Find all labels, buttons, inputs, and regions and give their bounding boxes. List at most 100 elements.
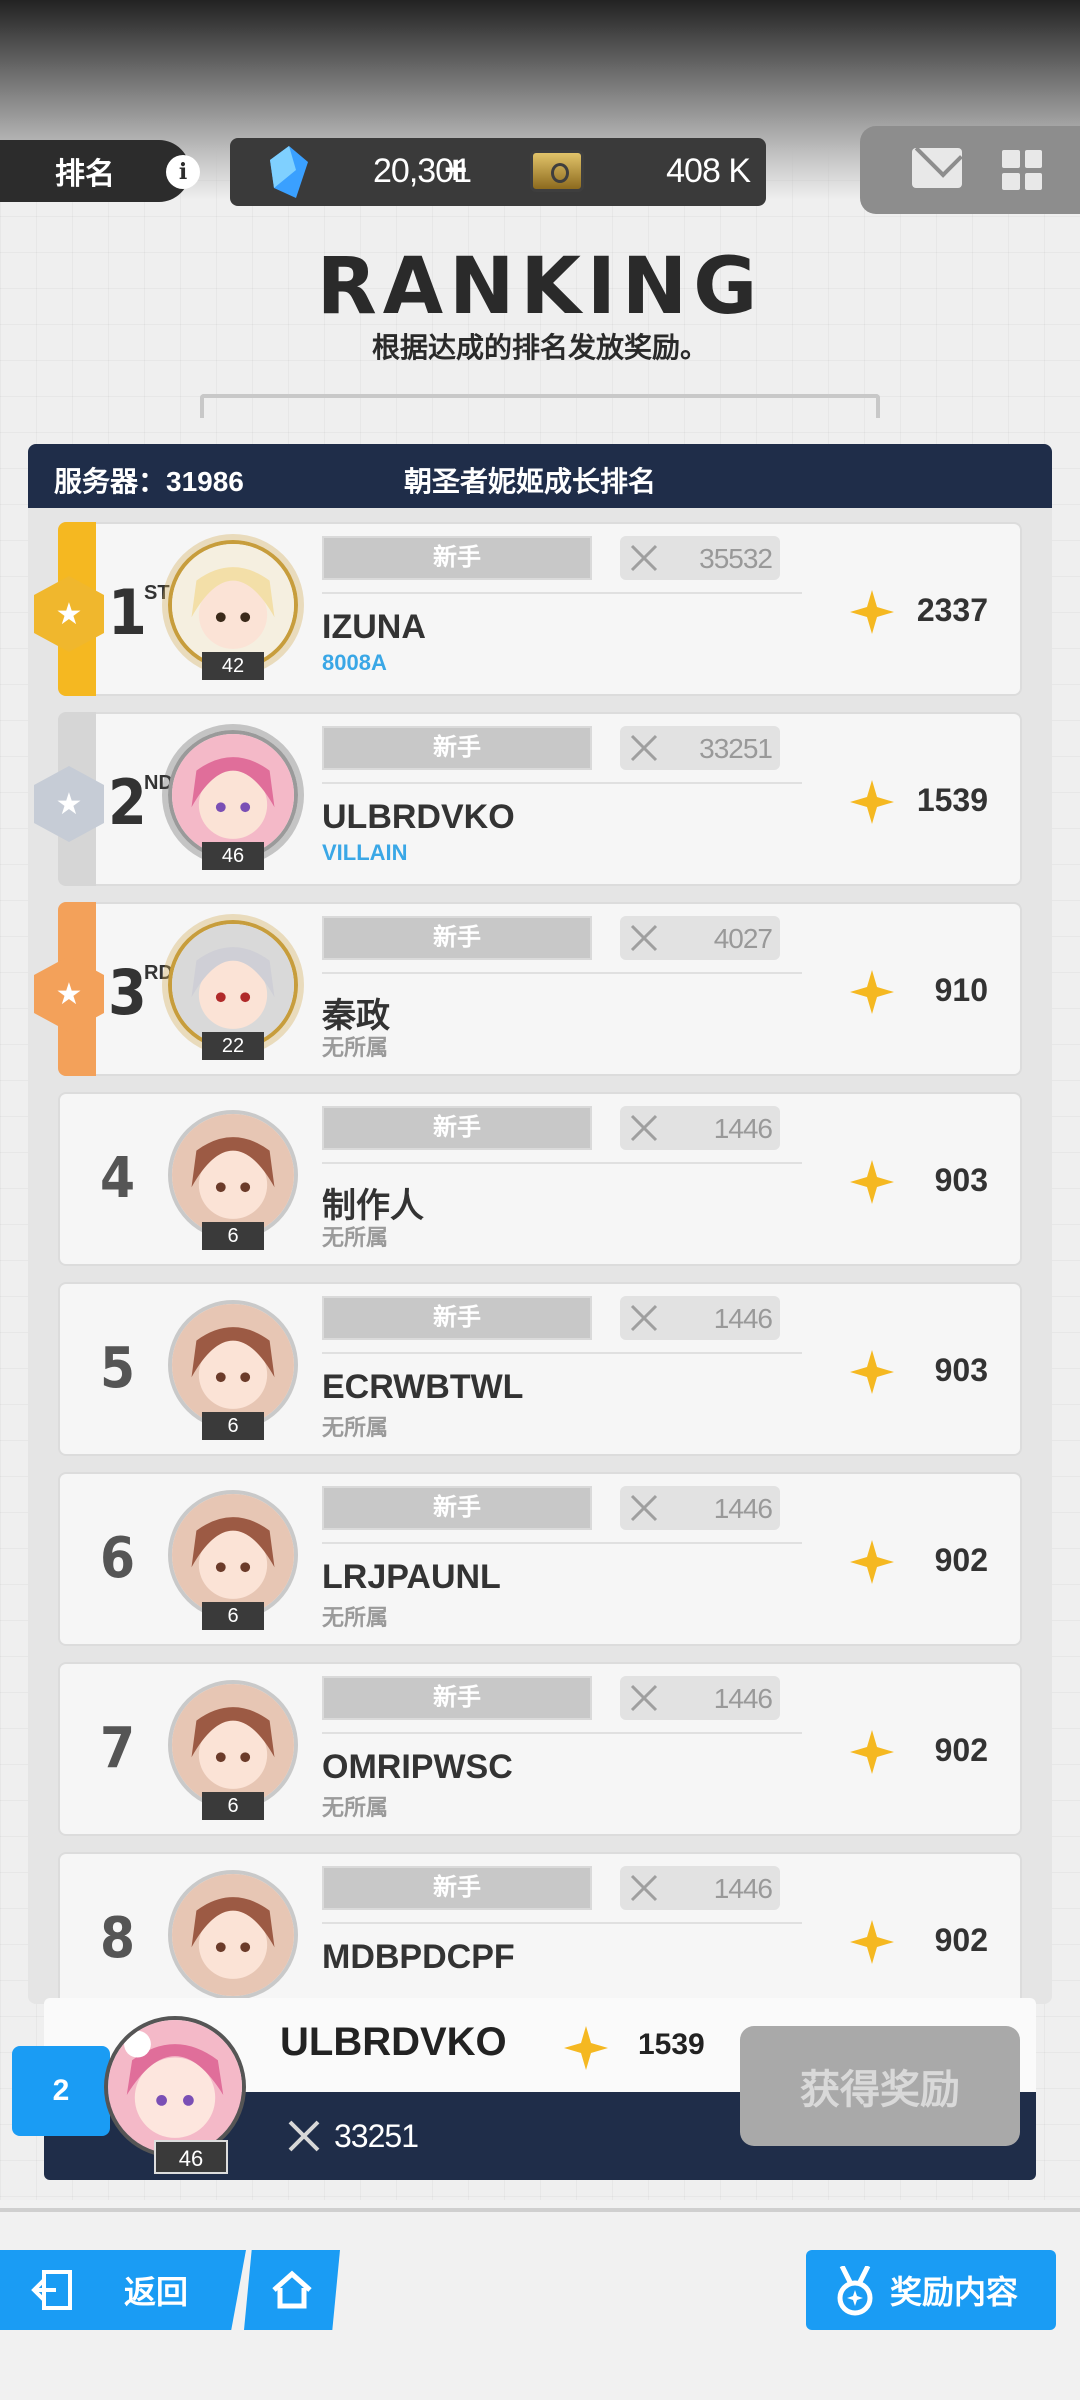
player-avatar[interactable] <box>168 920 298 1050</box>
score-value: 1539 <box>916 782 988 818</box>
home-icon <box>272 2270 312 2309</box>
rank-menu-button[interactable]: 排名 <box>0 140 190 202</box>
star-icon <box>850 1350 894 1394</box>
level-tag: 6 <box>202 1222 264 1250</box>
reward-info-button[interactable]: 奖励内容 <box>806 2250 1056 2330</box>
row-divider <box>322 1922 802 1924</box>
union-name: 无所属 <box>322 1795 389 1820</box>
tier-badge: 新手 <box>322 536 592 580</box>
title-panel: RANKING 根据达成的排名发放奖励。 <box>0 222 1080 422</box>
ranking-row[interactable]: 4 6 新手 1446 制作人 无所属 903 <box>58 1092 1022 1266</box>
ranking-list-header: 服务器：31986 朝圣者妮姬成长排名 <box>28 444 1052 508</box>
combat-power-icon <box>630 544 658 572</box>
star-icon <box>850 1540 894 1584</box>
score-value: 910 <box>934 972 988 1008</box>
player-avatar[interactable] <box>168 1490 298 1620</box>
combat-power-value: 1446 <box>713 1113 773 1144</box>
home-button[interactable] <box>244 2250 340 2330</box>
player-avatar[interactable] <box>168 1300 298 1430</box>
player-name: OMRIPWSC <box>322 1748 513 1786</box>
rank-number: 6 <box>100 1526 136 1591</box>
page-title: RANKING <box>316 242 764 332</box>
score-value: 902 <box>934 1922 988 1958</box>
player-name: ECRWBTWL <box>322 1368 524 1406</box>
my-rank-panel: 2 46 ULBRDVKO 1539 33251 获得奖励 <box>12 1998 1036 2182</box>
combat-power-value: 33251 <box>699 733 773 764</box>
combat-power-value: 1446 <box>713 1493 773 1524</box>
rank-number: 5 <box>100 1336 136 1401</box>
union-name: 无所属 <box>322 1415 389 1440</box>
ranking-row[interactable]: ★ 2 ND 46 新手 33251 ULBRDVKO VILLAIN 1539 <box>34 712 1022 886</box>
combat-power-value: 1446 <box>713 1683 773 1714</box>
row-divider <box>322 1352 802 1354</box>
player-avatar[interactable] <box>168 1870 298 2000</box>
ranking-row[interactable]: 8 新手 1446 MDBPDCPF 902 <box>58 1852 1022 2004</box>
player-name: MDBPDCPF <box>322 1938 515 1976</box>
my-power: 33251 <box>334 2118 419 2154</box>
union-name: VILLAIN <box>322 840 408 865</box>
rank-number: 8 <box>100 1906 136 1971</box>
star-icon <box>850 590 894 634</box>
score-value: 902 <box>934 1542 988 1578</box>
level-tag: 6 <box>202 1602 264 1630</box>
back-button[interactable]: 返回 <box>0 2250 246 2330</box>
star-icon <box>564 2026 608 2070</box>
tier-badge: 新手 <box>322 1106 592 1150</box>
level-tag: 6 <box>202 1412 264 1440</box>
player-avatar[interactable] <box>168 730 298 860</box>
combat-power: 1446 <box>620 1486 780 1530</box>
rank-suffix: ST <box>144 582 170 604</box>
combat-power: 1446 <box>620 1106 780 1150</box>
server-label: 服务器：31986 <box>54 466 244 497</box>
score-value: 902 <box>934 1732 988 1768</box>
add-gems-button[interactable]: + <box>444 148 467 193</box>
my-score: 1539 <box>638 2028 705 2061</box>
rank-number: 4 <box>100 1146 136 1211</box>
score-value: 2337 <box>916 592 988 628</box>
my-avatar[interactable] <box>104 2016 246 2158</box>
combat-power-icon <box>630 1874 658 1902</box>
currency-bar: 20,301 + 408 K <box>230 138 766 206</box>
rank-label: 排名 <box>55 158 115 191</box>
player-avatar[interactable] <box>168 1680 298 1810</box>
claim-reward-button[interactable]: 获得奖励 <box>740 2026 1020 2146</box>
frame-decoration <box>200 394 880 418</box>
combat-power-value: 4027 <box>713 923 773 954</box>
score-value: 903 <box>934 1352 988 1388</box>
ranking-row[interactable]: ★ 3 RD 22 新手 4027 秦政 无所属 910 <box>34 902 1022 1076</box>
ranking-list-panel[interactable]: 服务器：31986 朝圣者妮姬成长排名 ★ 1 ST 42 新手 35532 IZUN… <box>28 444 1052 2004</box>
my-level-tag: 46 <box>154 2140 228 2174</box>
row-divider <box>322 1732 802 1734</box>
ranking-row[interactable]: 6 6 新手 1446 LRJPAUNL 无所属 902 <box>58 1472 1022 1646</box>
board-title: 朝圣者妮姬成长排名 <box>404 466 657 497</box>
ranking-row[interactable]: 7 6 新手 1446 OMRIPWSC 无所属 902 <box>58 1662 1022 1836</box>
footer-divider <box>0 2208 1080 2212</box>
player-avatar[interactable] <box>168 540 298 670</box>
ranking-row[interactable]: ★ 1 ST 42 新手 35532 IZUNA 8008A 2337 <box>34 522 1022 696</box>
my-name: ULBRDVKO <box>280 2020 507 2064</box>
combat-power-icon <box>630 1684 658 1712</box>
player-name: LRJPAUNL <box>322 1558 501 1596</box>
info-icon[interactable]: i <box>166 155 200 189</box>
menu-grid-icon[interactable] <box>1002 150 1042 190</box>
tier-badge: 新手 <box>322 1296 592 1340</box>
union-name: 8008A <box>322 650 387 675</box>
combat-power: 1446 <box>620 1296 780 1340</box>
mail-icon[interactable] <box>912 148 962 188</box>
combat-power-icon <box>630 734 658 762</box>
union-name: 无所属 <box>322 1225 389 1250</box>
tier-badge: 新手 <box>322 1676 592 1720</box>
ranking-row[interactable]: 5 6 新手 1446 ECRWBTWL 无所属 903 <box>58 1282 1022 1456</box>
combat-power-value: 1446 <box>713 1873 773 1904</box>
level-tag: 42 <box>202 652 264 680</box>
combat-power: 4027 <box>620 916 780 960</box>
rank-number: 2 <box>108 766 147 839</box>
score-value: 903 <box>934 1162 988 1198</box>
rank-number: 1 <box>108 576 147 649</box>
tier-badge: 新手 <box>322 1866 592 1910</box>
level-tag: 6 <box>202 1792 264 1820</box>
level-tag: 22 <box>202 1032 264 1060</box>
player-avatar[interactable] <box>168 1110 298 1240</box>
page-subtitle: 根据达成的排名发放奖励。 <box>371 332 708 363</box>
mail-menu-group <box>860 126 1080 214</box>
